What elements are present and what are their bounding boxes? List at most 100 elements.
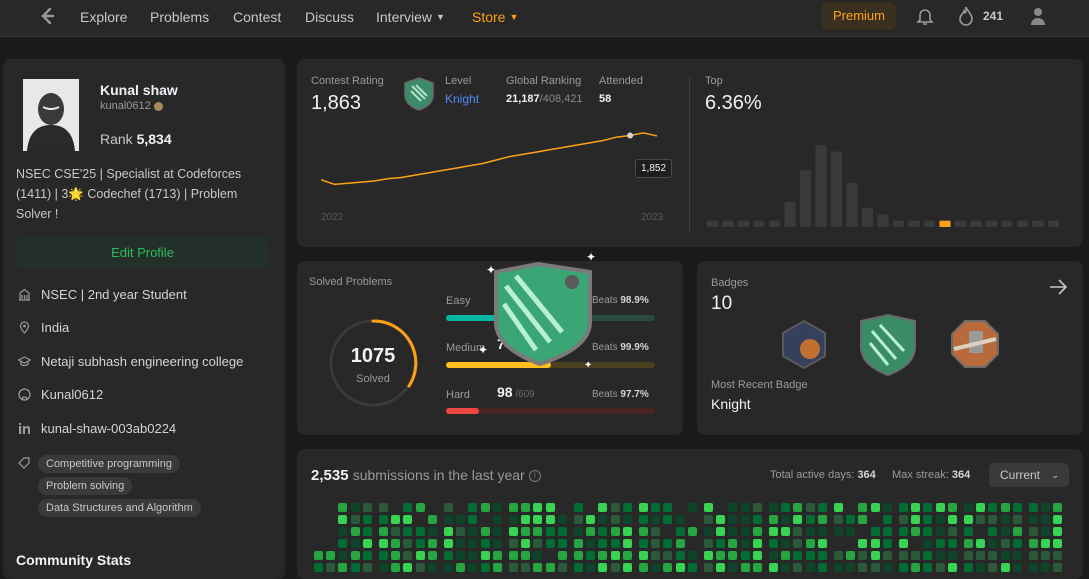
heatmap-cell[interactable] bbox=[1029, 527, 1038, 536]
heatmap-cell[interactable] bbox=[964, 551, 973, 560]
histogram-bar[interactable] bbox=[1048, 220, 1059, 227]
info-icon[interactable]: i bbox=[528, 470, 541, 483]
heatmap-cell[interactable] bbox=[834, 527, 843, 536]
heatmap-cell[interactable] bbox=[752, 503, 762, 512]
heatmap-cell[interactable] bbox=[687, 551, 697, 560]
histogram-bar[interactable] bbox=[738, 220, 749, 227]
heatmap-cell[interactable] bbox=[362, 527, 372, 536]
leetcode-logo-icon[interactable] bbox=[38, 6, 56, 28]
heatmap-cell[interactable] bbox=[769, 515, 778, 524]
histogram-bar[interactable] bbox=[955, 220, 966, 227]
heatmap-cell[interactable] bbox=[1029, 551, 1038, 560]
heatmap-cell[interactable] bbox=[1000, 515, 1010, 524]
heatmap-cell[interactable] bbox=[622, 503, 632, 512]
heatmap-cell[interactable] bbox=[350, 503, 360, 512]
heatmap-cell[interactable] bbox=[663, 503, 673, 512]
heatmap-cell[interactable] bbox=[947, 503, 957, 512]
heatmap-cell[interactable] bbox=[704, 515, 713, 524]
histogram-bar[interactable] bbox=[784, 201, 796, 227]
heatmap-cell[interactable] bbox=[444, 539, 453, 548]
heatmap-cell[interactable] bbox=[379, 527, 388, 536]
heatmap-cell[interactable] bbox=[858, 551, 868, 560]
heatmap-cell[interactable] bbox=[1000, 551, 1010, 560]
heatmap-cell[interactable] bbox=[687, 503, 697, 512]
heatmap-cell[interactable] bbox=[964, 515, 973, 524]
heatmap-cell[interactable] bbox=[574, 527, 583, 536]
histogram-bar[interactable] bbox=[877, 214, 889, 227]
heatmap-cell[interactable] bbox=[509, 527, 518, 536]
heatmap-cell[interactable] bbox=[1053, 551, 1063, 560]
heatmap-cell[interactable] bbox=[492, 503, 502, 512]
nav-store[interactable]: Store ▼ bbox=[472, 9, 518, 25]
heatmap-cell[interactable] bbox=[923, 515, 933, 524]
heatmap-cell[interactable] bbox=[521, 551, 531, 560]
heatmap-cell[interactable] bbox=[882, 515, 892, 524]
heatmap-cell[interactable] bbox=[326, 551, 336, 560]
heatmap-cell[interactable] bbox=[882, 551, 892, 560]
heatmap-cell[interactable] bbox=[1041, 551, 1051, 560]
heatmap-cell[interactable] bbox=[899, 551, 908, 560]
knight-badge-icon[interactable] bbox=[858, 313, 918, 377]
heatmap-cell[interactable] bbox=[817, 527, 827, 536]
heatmap-cell[interactable] bbox=[846, 551, 856, 560]
heatmap-cell[interactable] bbox=[740, 515, 750, 524]
heatmap-cell[interactable] bbox=[651, 503, 661, 512]
heatmap-cell[interactable] bbox=[1053, 539, 1063, 548]
user-avatar-icon[interactable] bbox=[1029, 6, 1047, 26]
heatmap-cell[interactable] bbox=[947, 515, 957, 524]
heatmap-cell[interactable] bbox=[1012, 503, 1022, 512]
heatmap-cell[interactable] bbox=[988, 515, 998, 524]
heatmap-cell[interactable] bbox=[935, 503, 945, 512]
heatmap-cell[interactable] bbox=[769, 551, 778, 560]
histogram-bar[interactable] bbox=[862, 208, 873, 227]
heatmap-cell[interactable] bbox=[870, 551, 880, 560]
heatmap-cell[interactable] bbox=[362, 551, 372, 560]
heatmap-cell[interactable] bbox=[793, 503, 803, 512]
heatmap-cell[interactable] bbox=[509, 539, 518, 548]
heatmap-cell[interactable] bbox=[858, 515, 868, 524]
heatmap-cell[interactable] bbox=[899, 539, 908, 548]
heatmap-cell[interactable] bbox=[752, 551, 762, 560]
heatmap-cell[interactable] bbox=[988, 503, 998, 512]
heatmap-cell[interactable] bbox=[704, 527, 713, 536]
nav-problems[interactable]: Problems bbox=[150, 9, 209, 25]
heatmap-cell[interactable] bbox=[338, 503, 348, 512]
heatmap-cell[interactable] bbox=[468, 539, 478, 548]
heatmap-cell[interactable] bbox=[846, 527, 856, 536]
heatmap-cell[interactable] bbox=[338, 515, 348, 524]
heatmap-cell[interactable] bbox=[781, 539, 791, 548]
heatmap-cell[interactable] bbox=[947, 539, 957, 548]
heatmap-cell[interactable] bbox=[403, 515, 413, 524]
heatmap-cell[interactable] bbox=[480, 551, 490, 560]
heatmap-cell[interactable] bbox=[622, 539, 632, 548]
heatmap-cell[interactable] bbox=[1053, 503, 1063, 512]
heatmap-cell[interactable] bbox=[1041, 515, 1051, 524]
heatmap-cell[interactable] bbox=[468, 515, 478, 524]
heatmap-cell[interactable] bbox=[574, 515, 583, 524]
heatmap-cell[interactable] bbox=[586, 551, 596, 560]
heatmap-cell[interactable] bbox=[533, 503, 543, 512]
heatmap-cell[interactable] bbox=[793, 527, 803, 536]
heatmap-cell[interactable] bbox=[598, 539, 608, 548]
heatmap-cell[interactable] bbox=[1041, 527, 1051, 536]
heatmap-cell[interactable] bbox=[858, 503, 868, 512]
heatmap-cell[interactable] bbox=[740, 551, 750, 560]
heatmap-cell[interactable] bbox=[651, 527, 661, 536]
heatmap-cell[interactable] bbox=[509, 551, 518, 560]
heatmap-cell[interactable] bbox=[947, 527, 957, 536]
heatmap-cell[interactable] bbox=[1000, 503, 1010, 512]
heatmap-cell[interactable] bbox=[752, 527, 762, 536]
skill-tag[interactable]: Data Structures and Algorithm bbox=[38, 499, 201, 517]
heatmap-cell[interactable] bbox=[911, 503, 921, 512]
nav-interview[interactable]: Interview ▼ bbox=[376, 9, 445, 25]
heatmap-cell[interactable] bbox=[480, 539, 490, 548]
heatmap-cell[interactable] bbox=[935, 527, 945, 536]
heatmap-cell[interactable] bbox=[391, 527, 401, 536]
heatmap-cell[interactable] bbox=[622, 527, 632, 536]
histogram-bar[interactable] bbox=[924, 220, 935, 227]
heatmap-cell[interactable] bbox=[415, 551, 425, 560]
heatmap-cell[interactable] bbox=[740, 539, 750, 548]
heatmap-cell[interactable] bbox=[492, 539, 502, 548]
heatmap-cell[interactable] bbox=[362, 539, 372, 548]
heatmap-cell[interactable] bbox=[545, 527, 555, 536]
